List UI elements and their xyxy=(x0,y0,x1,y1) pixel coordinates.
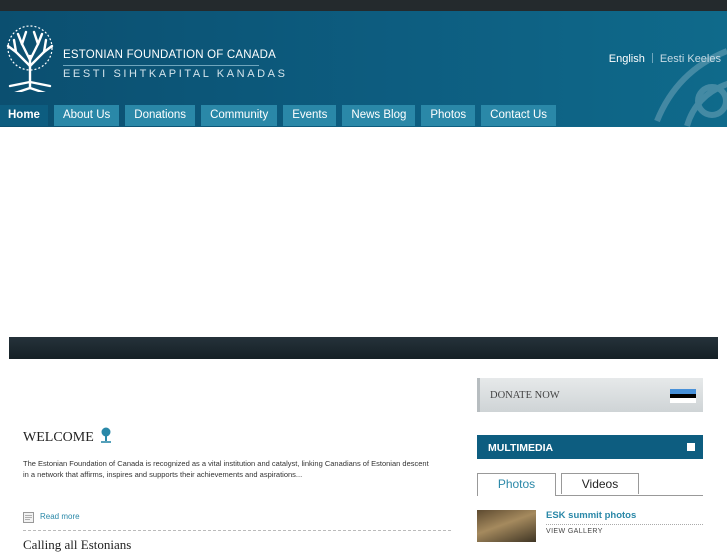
lang-estonian[interactable]: Eesti Keeles xyxy=(660,53,721,65)
tab-videos[interactable]: Videos xyxy=(561,473,639,494)
tree-icon xyxy=(101,427,111,443)
main-nav: Home About Us Donations Community Events… xyxy=(0,105,562,126)
nav-donations[interactable]: Donations xyxy=(125,105,196,126)
news-heading[interactable]: Calling all Estonians xyxy=(23,537,131,553)
nav-news-blog[interactable]: News Blog xyxy=(342,105,416,126)
slideshow-bar xyxy=(9,337,718,359)
nav-community[interactable]: Community xyxy=(201,105,278,126)
nav-contact-us[interactable]: Contact Us xyxy=(481,105,557,126)
read-more-link[interactable]: Read more xyxy=(40,512,80,521)
top-strip xyxy=(0,0,727,11)
tree-logo-icon[interactable] xyxy=(2,22,58,92)
multimedia-label: MULTIMEDIA xyxy=(488,442,554,454)
gallery-title[interactable]: ESK summit photos xyxy=(546,510,636,521)
decorative-swirl-icon xyxy=(654,48,727,127)
nav-about-us[interactable]: About Us xyxy=(53,105,120,126)
org-name[interactable]: ESTONIAN FOUNDATION OF CANADA xyxy=(63,49,276,61)
view-gallery-link[interactable]: VIEW GALLERY xyxy=(546,528,603,535)
multimedia-header: MULTIMEDIA xyxy=(477,435,703,459)
square-icon[interactable] xyxy=(687,443,695,451)
nav-events[interactable]: Events xyxy=(283,105,337,126)
donate-now-button[interactable]: DONATE NOW xyxy=(477,378,703,412)
gallery-thumbnail[interactable] xyxy=(477,510,536,542)
flag-icon xyxy=(670,389,696,403)
tab-photos[interactable]: Photos xyxy=(477,473,556,496)
org-name-estonian[interactable]: EESTI SIHTKAPITAL KANADAS xyxy=(63,68,288,80)
language-switcher: English Eesti Keeles xyxy=(609,53,721,65)
gallery-divider xyxy=(546,524,703,525)
donate-label: DONATE NOW xyxy=(490,390,560,401)
welcome-body: The Estonian Foundation of Canada is rec… xyxy=(23,459,429,479)
nav-photos[interactable]: Photos xyxy=(421,105,476,126)
document-icon xyxy=(23,512,34,523)
multimedia-tabs: Photos Videos xyxy=(477,473,703,496)
section-divider xyxy=(23,530,451,531)
welcome-heading: WELCOME xyxy=(23,430,94,445)
logo-divider xyxy=(63,65,259,66)
nav-home[interactable]: Home xyxy=(0,105,48,126)
lang-separator xyxy=(651,53,653,63)
lang-english[interactable]: English xyxy=(609,53,645,65)
